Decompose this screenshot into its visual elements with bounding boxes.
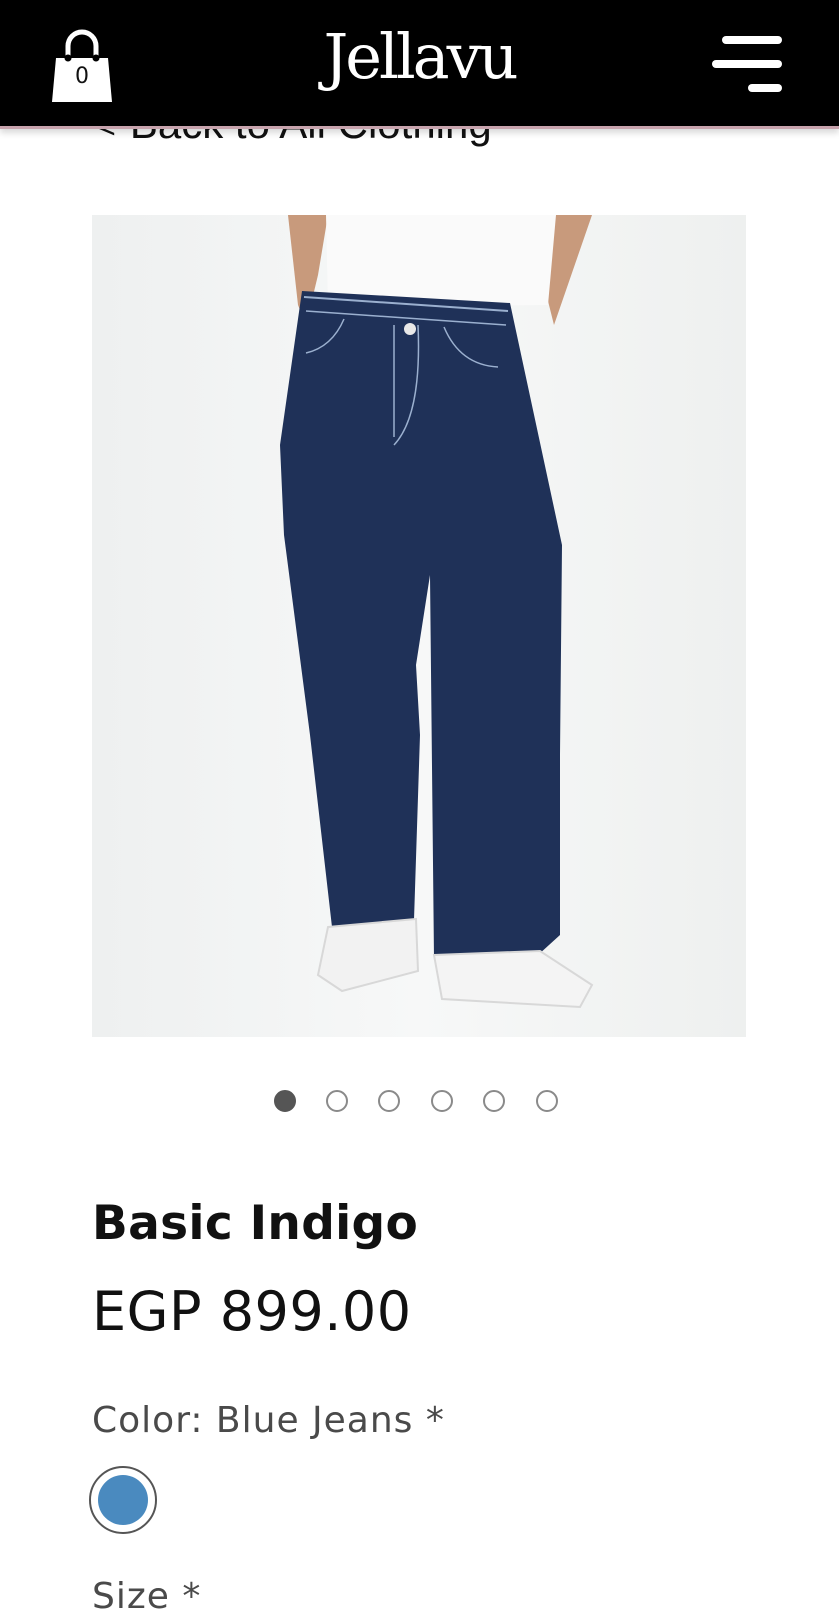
image-carousel-dots [274, 1090, 574, 1118]
size-label: Size * [92, 1576, 202, 1617]
carousel-dot-5[interactable] [483, 1090, 505, 1112]
carousel-dot-1[interactable] [274, 1090, 296, 1112]
product-title: Basic Indigo [92, 1196, 419, 1251]
carousel-dot-2[interactable] [326, 1090, 348, 1112]
product-price: EGP 899.00 [92, 1280, 412, 1343]
color-swatch-blue-jeans[interactable] [89, 1466, 157, 1534]
product-photo [280, 215, 594, 1009]
hamburger-menu-icon[interactable] [712, 36, 782, 94]
color-label: Color: Blue Jeans * [92, 1400, 445, 1441]
site-header: 0 Jellavu [0, 0, 839, 129]
carousel-dot-4[interactable] [431, 1090, 453, 1112]
swatch-fill [98, 1475, 148, 1525]
product-image[interactable] [92, 215, 746, 1037]
carousel-dot-3[interactable] [378, 1090, 400, 1112]
carousel-dot-6[interactable] [536, 1090, 558, 1112]
